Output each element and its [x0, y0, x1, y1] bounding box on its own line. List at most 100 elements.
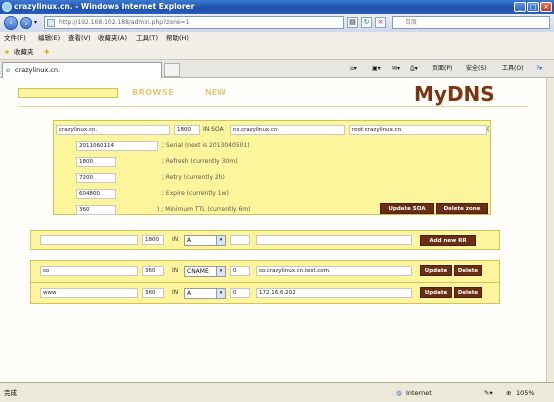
record-data-input[interactable]: 172.16.6.202 [256, 288, 412, 298]
address-row: ‹ › ▾ http://192.168.102.188/admin.php?z… [0, 14, 554, 32]
soa-mbox-input[interactable]: root.crazylinux.cn. [349, 125, 487, 135]
menu-file[interactable]: 文件(F) [4, 32, 26, 44]
menu-edit[interactable]: 编辑(E) [38, 32, 60, 44]
records-panel: so 360 IN CNAME ▾ 0 so.crazylinux.cn.tes… [30, 260, 500, 304]
tab-title: crazylinux.cn. [15, 66, 61, 74]
favorites-bar: ★ 收藏夹 ✚ [0, 44, 554, 60]
record-row: so 360 IN CNAME ▾ 0 so.crazylinux.cn.tes… [31, 261, 499, 282]
menu-tools[interactable]: 工具(T) [136, 32, 158, 44]
nav-browse[interactable]: BROWSE [132, 88, 174, 97]
close-button[interactable]: × [540, 2, 552, 12]
soa-expire-input[interactable]: 604800 [76, 189, 116, 199]
new-rr-data-input[interactable] [256, 235, 412, 245]
protected-mode-icon[interactable]: ✎▾ [484, 383, 493, 402]
home-icon[interactable]: ⌂▾ [350, 63, 357, 75]
address-url: http://192.168.102.188/admin.php?zone=1 [59, 19, 190, 26]
mail-icon[interactable]: ✉▾ [392, 63, 400, 75]
search-input[interactable]: 百度 [392, 16, 550, 29]
chevron-down-icon: ▾ [216, 289, 225, 298]
new-rr-ttl-input[interactable]: 1800 [142, 235, 164, 245]
soa-serial-input[interactable]: 2011060114 [76, 141, 158, 151]
record-aux-input[interactable]: 0 [230, 266, 250, 276]
status-bar: 完成 ◍ Internet ✎▾ ⊕ 105% [0, 382, 554, 402]
record-class-label: IN [172, 267, 179, 274]
soa-retry-input[interactable]: 7200 [76, 173, 116, 183]
record-delete-button[interactable]: Delete [454, 265, 482, 276]
soa-in-soa-label: IN SOA [203, 126, 224, 133]
soa-refresh-label: ; Refresh (currently 30m) [162, 158, 238, 165]
window-title: crazylinux.cn. - Windows Internet Explor… [14, 2, 195, 11]
page-icon [47, 19, 55, 27]
soa-open-paren: ( [487, 126, 490, 133]
add-new-rr-button[interactable]: Add new RR [420, 235, 476, 246]
record-ttl-input[interactable]: 360 [142, 266, 164, 276]
record-data-input[interactable]: so.crazylinux.cn.test.com. [256, 266, 412, 276]
tab-bar: e crazylinux.cn. ⌂▾ ▣▾ ✉▾ ⎙▾ 页面(P) 安全(S)… [0, 60, 554, 78]
menu-view[interactable]: 查看(V) [68, 32, 91, 44]
record-delete-button[interactable]: Delete [454, 287, 482, 298]
zoom-level[interactable]: 105% [516, 383, 535, 402]
soa-ns-input[interactable]: ns.crazylinux.cn. [230, 125, 345, 135]
new-tab-button[interactable] [164, 63, 180, 77]
minimize-button[interactable]: _ [514, 2, 526, 12]
page-content: BROWSE NEW MyDNS crazylinux.cn. 1800 IN … [0, 78, 546, 382]
search-placeholder: 百度 [405, 19, 418, 26]
refresh-icon[interactable]: ↻ [361, 17, 372, 28]
new-rr-name-input[interactable] [40, 235, 138, 245]
chevron-down-icon: ▾ [216, 267, 225, 276]
favorites-star-icon: ★ [4, 48, 10, 56]
security-zone-label: Internet [406, 389, 432, 397]
history-dropdown-icon[interactable]: ▾ [34, 19, 37, 26]
maximize-button[interactable]: □ [527, 2, 539, 12]
record-aux-input[interactable]: 0 [230, 288, 250, 298]
record-type-value: CNAME [187, 268, 209, 275]
page-menu[interactable]: 页面(P) [432, 63, 452, 75]
compat-view-icon[interactable]: ▤ [347, 17, 358, 28]
update-soa-button[interactable]: Update SOA [380, 203, 434, 214]
print-icon[interactable]: ⎙▾ [410, 63, 418, 75]
favorites-label[interactable]: 收藏夹 [14, 44, 34, 60]
stop-icon[interactable]: × [375, 17, 386, 28]
record-type-select[interactable]: CNAME ▾ [184, 266, 226, 277]
soa-minimum-input[interactable]: 360 [76, 205, 116, 215]
tools-menu[interactable]: 工具(O) [502, 63, 523, 75]
header-divider [18, 106, 528, 107]
new-rr-type-select[interactable]: A ▾ [184, 235, 226, 246]
ie-logo-icon [2, 2, 12, 12]
record-name-input[interactable]: www [40, 288, 138, 298]
chevron-down-icon: ▾ [216, 236, 225, 245]
address-bar[interactable]: http://192.168.102.188/admin.php?zone=1 [44, 16, 344, 29]
safety-menu[interactable]: 安全(S) [466, 63, 487, 75]
delete-zone-button[interactable]: Delete zone [436, 203, 488, 214]
menu-favorites[interactable]: 收藏夹(A) [98, 32, 127, 44]
new-rr-aux-input[interactable] [230, 235, 250, 245]
soa-origin-input[interactable]: crazylinux.cn. [56, 125, 170, 135]
window-titlebar: crazylinux.cn. - Windows Internet Explor… [0, 0, 554, 14]
tab-crazylinux[interactable]: e crazylinux.cn. [2, 62, 162, 78]
record-update-button[interactable]: Update [420, 287, 452, 298]
soa-expire-label: ; Expire (currently 1w) [162, 190, 229, 197]
mydns-logo: MyDNS [414, 82, 495, 106]
forward-icon[interactable]: › [20, 17, 32, 29]
soa-ttl-input[interactable]: 1800 [174, 125, 200, 135]
zoom-icon: ⊕ [506, 389, 512, 397]
soa-minimum-label: ) ; Minimum TTL (currently 6m) [157, 206, 251, 213]
feeds-icon[interactable]: ▣▾ [372, 63, 381, 75]
back-icon[interactable]: ‹ [4, 16, 18, 30]
record-type-select[interactable]: A ▾ [184, 288, 226, 299]
nav-new[interactable]: NEW [205, 88, 226, 97]
record-class-label: IN [172, 289, 179, 296]
soa-retry-label: ; Retry (currently 2h) [162, 174, 225, 181]
record-update-button[interactable]: Update [420, 265, 452, 276]
help-icon[interactable]: ?▾ [536, 63, 542, 75]
vertical-scrollbar[interactable] [546, 78, 554, 382]
soa-refresh-input[interactable]: 1800 [76, 157, 116, 167]
add-favorite-icon[interactable]: ✚ [44, 44, 49, 60]
menu-help[interactable]: 帮助(H) [166, 32, 189, 44]
record-ttl-input[interactable]: 360 [142, 288, 164, 298]
globe-icon: ◍ [396, 389, 402, 397]
record-name-input[interactable]: so [40, 266, 138, 276]
soa-panel: crazylinux.cn. 1800 IN SOA ns.crazylinux… [53, 120, 491, 215]
new-rr-class-label: IN [172, 236, 179, 243]
zone-search-input[interactable] [18, 88, 118, 98]
